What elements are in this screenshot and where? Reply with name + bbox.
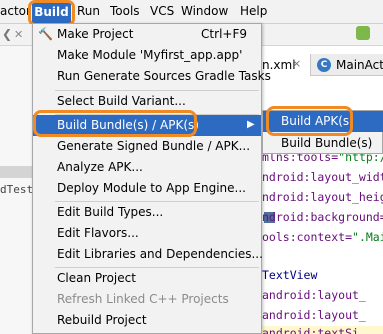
- submenu-item-build-bundles[interactable]: Build Bundle(s): [263, 134, 383, 154]
- menu-item-make-project[interactable]: 🔨 Make Project Ctrl+F9: [33, 24, 261, 45]
- menu-item-generate-signed[interactable]: Generate Signed Bundle / APK...: [33, 136, 261, 157]
- menu-item-select-build-variant[interactable]: Select Build Variant...: [33, 91, 261, 112]
- menu-item-make-module[interactable]: Make Module 'Myfirst_app.app': [33, 45, 261, 66]
- menu-item-edit-build-types[interactable]: Edit Build Types...: [33, 202, 261, 223]
- menu-item-analyze-apk[interactable]: Analyze APK...: [33, 157, 261, 178]
- code-line[interactable]: ndroid:background=: [262, 210, 383, 224]
- menu-item-refresh-cpp: Refresh Linked C++ Projects: [57, 292, 229, 306]
- hammer-icon: 🔨: [38, 27, 53, 41]
- code-line[interactable]: ndroid:layout_heig: [262, 190, 383, 204]
- code-line[interactable]: ools:context=".Mai: [262, 230, 383, 244]
- menu-tools[interactable]: Tools: [110, 4, 140, 18]
- bundle-highlight-outline: [33, 110, 197, 137]
- code-line[interactable]: ndroid:layout_widt: [262, 170, 383, 184]
- menu-window[interactable]: Window: [181, 4, 228, 18]
- tab-close-icon[interactable]: ×: [292, 57, 301, 70]
- class-icon: C: [317, 58, 331, 72]
- android-icon[interactable]: [356, 26, 370, 40]
- submenu-arrow-icon: ▶: [247, 119, 255, 130]
- menu-item-run-generate-sources[interactable]: Run Generate Sources Gradle Tasks: [33, 66, 271, 87]
- menu-item-edit-flavors[interactable]: Edit Flavors...: [33, 223, 261, 244]
- menu-help[interactable]: Help: [240, 4, 267, 18]
- menu-run[interactable]: Run: [77, 4, 100, 18]
- menu-vcs[interactable]: VCS: [150, 4, 174, 18]
- toolbar-arrow-icon[interactable]: ❮: [2, 27, 12, 41]
- shortcut-label: Ctrl+F9: [201, 27, 247, 41]
- menu-item-deploy-app-engine[interactable]: Deploy Module to App Engine...: [33, 178, 261, 199]
- menu-item-rebuild-project[interactable]: Rebuild Project: [33, 310, 261, 331]
- build-dropdown-menu: 🔨 Make Project Ctrl+F9 Make Module 'Myfi…: [32, 23, 271, 334]
- menu-item-edit-libraries[interactable]: Edit Libraries and Dependencies...: [33, 244, 263, 265]
- menu-item-clean-project[interactable]: Clean Project: [33, 268, 261, 289]
- code-line[interactable]: TextView: [262, 268, 317, 282]
- code-line[interactable]: android:layout_: [262, 308, 366, 322]
- menu-refactor[interactable]: actor: [0, 4, 31, 18]
- toolbar-close-icon[interactable]: ✕: [14, 28, 26, 41]
- tab-mainactivity[interactable]: MainActi: [336, 58, 383, 72]
- code-line[interactable]: android:layout_: [262, 288, 366, 302]
- code-line[interactable]: android:textSi: [262, 326, 359, 334]
- apk-highlight-outline: [266, 106, 353, 136]
- project-selected-row[interactable]: [0, 166, 32, 178]
